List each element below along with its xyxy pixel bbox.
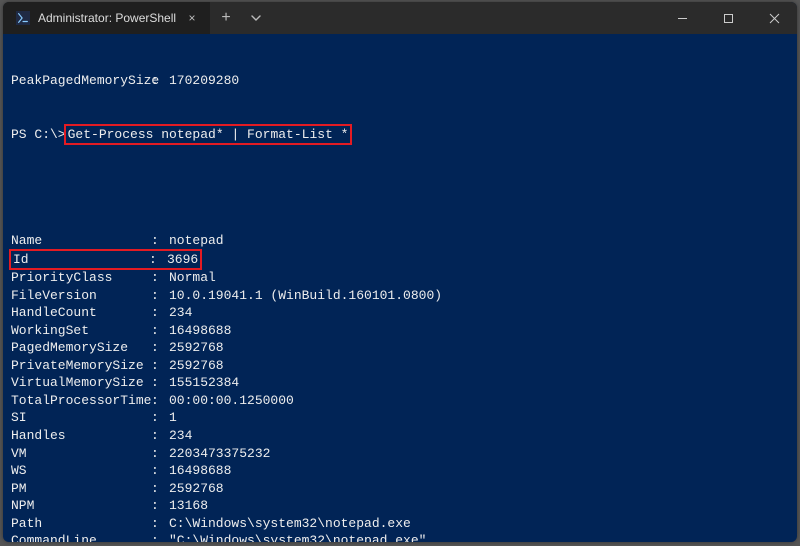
property-key: NPM bbox=[11, 497, 151, 515]
property-key: VM bbox=[11, 445, 151, 463]
property-value: 16498688 bbox=[169, 462, 231, 480]
property-key: Name bbox=[11, 232, 151, 250]
property-key: VirtualMemorySize bbox=[11, 374, 151, 392]
window-controls bbox=[659, 2, 797, 34]
property-row: NPM: 13168 bbox=[11, 497, 789, 515]
property-key: PagedMemorySize bbox=[11, 339, 151, 357]
prompt-line: PS C:\>Get-Process notepad* | Format-Lis… bbox=[11, 125, 789, 145]
property-key: Id bbox=[13, 251, 149, 269]
property-value: 1 bbox=[169, 409, 177, 427]
property-key: WS bbox=[11, 462, 151, 480]
property-key: PeakPagedMemorySize bbox=[11, 72, 151, 90]
property-value: 234 bbox=[169, 304, 192, 322]
property-value: 2592768 bbox=[169, 339, 224, 357]
property-value: 155152384 bbox=[169, 374, 239, 392]
property-row: CommandLine: "C:\Windows\system32\notepa… bbox=[11, 532, 789, 542]
property-value: 16498688 bbox=[169, 322, 231, 340]
property-row: FileVersion: 10.0.19041.1 (WinBuild.1601… bbox=[11, 287, 789, 305]
property-row: PM: 2592768 bbox=[11, 480, 789, 498]
active-tab[interactable]: Administrator: PowerShell × bbox=[3, 2, 210, 34]
minimize-button[interactable] bbox=[659, 2, 705, 34]
property-row: Name: notepad bbox=[11, 232, 789, 250]
powershell-icon bbox=[15, 11, 30, 26]
blank-line bbox=[11, 179, 789, 197]
property-key: WorkingSet bbox=[11, 322, 151, 340]
new-tab-button[interactable]: + bbox=[210, 9, 242, 27]
property-row: Path: C:\Windows\system32\notepad.exe bbox=[11, 515, 789, 533]
property-value: 234 bbox=[169, 427, 192, 445]
property-row: WS: 16498688 bbox=[11, 462, 789, 480]
property-key: Handles bbox=[11, 427, 151, 445]
property-row: Id: 3696 bbox=[11, 250, 789, 270]
property-key: CommandLine bbox=[11, 532, 151, 542]
terminal-window: Administrator: PowerShell × + PeakPagedM… bbox=[3, 2, 797, 542]
property-value: 00:00:00.1250000 bbox=[169, 392, 294, 410]
property-row: Handles: 234 bbox=[11, 427, 789, 445]
maximize-button[interactable] bbox=[705, 2, 751, 34]
tab-dropdown-button[interactable] bbox=[242, 12, 270, 24]
property-value: Normal bbox=[169, 269, 216, 287]
property-key: SI bbox=[11, 409, 151, 427]
property-value: 13168 bbox=[169, 497, 208, 515]
property-row: TotalProcessorTime: 00:00:00.1250000 bbox=[11, 392, 789, 410]
property-row: PriorityClass: Normal bbox=[11, 269, 789, 287]
property-value: 3696 bbox=[167, 251, 198, 269]
tab-close-button[interactable]: × bbox=[184, 10, 200, 26]
highlight-command: Get-Process notepad* | Format-List * bbox=[64, 124, 353, 146]
property-row: VirtualMemorySize: 155152384 bbox=[11, 374, 789, 392]
property-key: PriorityClass bbox=[11, 269, 151, 287]
close-button[interactable] bbox=[751, 2, 797, 34]
terminal-output[interactable]: PeakPagedMemorySize: 170209280 PS C:\>Ge… bbox=[3, 34, 797, 542]
property-value: 2203473375232 bbox=[169, 445, 270, 463]
property-row: PrivateMemorySize: 2592768 bbox=[11, 357, 789, 375]
property-row: HandleCount: 234 bbox=[11, 304, 789, 322]
property-value: "C:\Windows\system32\notepad.exe" bbox=[169, 532, 426, 542]
property-list: Name: notepadId: 3696PriorityClass: Norm… bbox=[11, 232, 789, 542]
command-text: Format-List * bbox=[239, 127, 348, 142]
highlight-id-row: Id: 3696 bbox=[9, 249, 202, 271]
property-value: 170209280 bbox=[169, 72, 239, 90]
property-value: C:\Windows\system32\notepad.exe bbox=[169, 515, 411, 533]
property-key: TotalProcessorTime bbox=[11, 392, 151, 410]
tab-title: Administrator: PowerShell bbox=[38, 11, 176, 25]
property-value: 2592768 bbox=[169, 480, 224, 498]
property-value: 2592768 bbox=[169, 357, 224, 375]
prompt-prefix: PS C:\> bbox=[11, 126, 66, 144]
property-row: VM: 2203473375232 bbox=[11, 445, 789, 463]
property-key: PrivateMemorySize bbox=[11, 357, 151, 375]
titlebar: Administrator: PowerShell × + bbox=[3, 2, 797, 34]
property-row: SI: 1 bbox=[11, 409, 789, 427]
output-line: PeakPagedMemorySize: 170209280 bbox=[11, 72, 789, 90]
property-row: PagedMemorySize: 2592768 bbox=[11, 339, 789, 357]
command-text: Get-Process notepad* bbox=[68, 127, 232, 142]
property-key: FileVersion bbox=[11, 287, 151, 305]
property-row: WorkingSet: 16498688 bbox=[11, 322, 789, 340]
property-key: PM bbox=[11, 480, 151, 498]
property-key: Path bbox=[11, 515, 151, 533]
property-key: HandleCount bbox=[11, 304, 151, 322]
property-value: 10.0.19041.1 (WinBuild.160101.0800) bbox=[169, 287, 442, 305]
property-value: notepad bbox=[169, 232, 224, 250]
